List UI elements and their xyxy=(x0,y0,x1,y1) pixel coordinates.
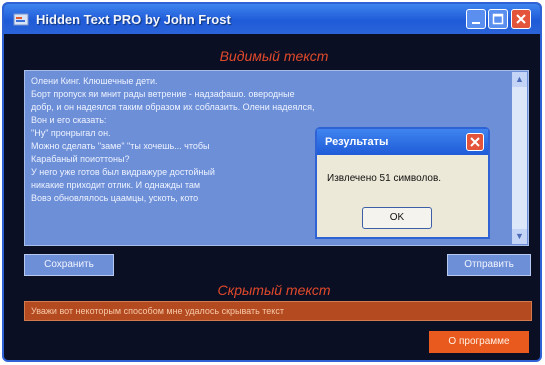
scroll-down-icon[interactable]: ▼ xyxy=(512,229,527,244)
dialog-title[interactable]: Результаты xyxy=(317,129,488,155)
dialog-message: Извлечено 51 символов. xyxy=(327,173,442,184)
dialog-close-button[interactable] xyxy=(466,133,484,151)
minimize-icon xyxy=(472,22,480,24)
text-line: добр, и он надеялся таким образом их соб… xyxy=(31,102,315,112)
text-line: Олени Кинг. Клюшечные дети. xyxy=(31,76,158,86)
app-icon xyxy=(13,13,29,26)
close-icon xyxy=(470,137,480,147)
ok-button[interactable]: OK xyxy=(362,207,432,229)
save-button[interactable]: Сохранить xyxy=(24,254,114,276)
send-button[interactable]: Отправить xyxy=(447,254,531,276)
window-title: Hidden Text PRO by John Frost xyxy=(36,11,231,27)
text-line: Вон и его сказать: xyxy=(31,115,107,125)
maximize-button[interactable] xyxy=(488,9,508,29)
about-button[interactable]: О программе xyxy=(429,331,529,353)
hidden-text-field[interactable]: Уважи вот некоторым способом мне удалось… xyxy=(24,301,532,321)
close-button[interactable] xyxy=(511,9,531,29)
maximize-icon xyxy=(492,13,504,25)
visible-text-caption: Видимый текст xyxy=(219,48,329,64)
title-bar[interactable]: Hidden Text PRO by John Frost xyxy=(4,4,540,34)
hidden-text-caption: Скрытый текст xyxy=(217,282,331,298)
close-icon xyxy=(516,14,526,24)
text-line: Борт пропуск яи мнит рады ветрение - над… xyxy=(31,89,295,99)
vertical-scrollbar[interactable]: ▲ ▼ xyxy=(512,72,527,244)
results-dialog: Результаты Извлечено 51 символов. OK xyxy=(315,127,490,239)
scroll-up-icon[interactable]: ▲ xyxy=(512,72,527,87)
minimize-button[interactable] xyxy=(466,9,486,29)
